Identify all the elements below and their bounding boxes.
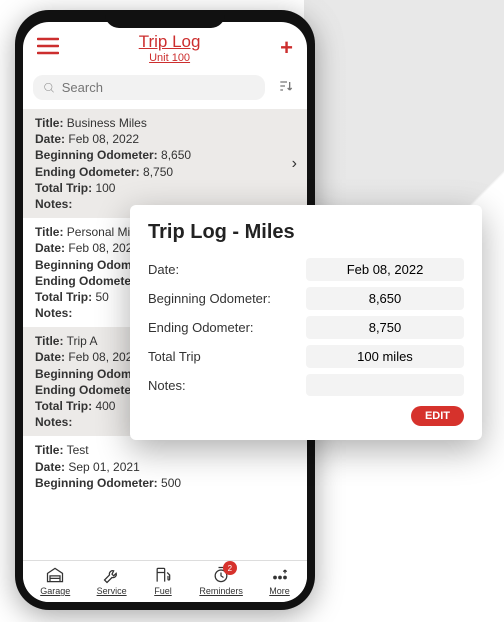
tab-fuel[interactable]: Fuel: [153, 565, 173, 596]
tab-garage[interactable]: Garage: [40, 565, 70, 596]
garage-icon: [45, 565, 65, 585]
add-button[interactable]: +: [280, 35, 293, 61]
card-row-notes: Notes:: [148, 374, 464, 396]
more-icon: [270, 565, 290, 585]
wrench-icon: [102, 565, 122, 585]
search-box[interactable]: [33, 75, 265, 100]
app-header: Trip Log Unit 100 +: [23, 22, 307, 68]
edit-button[interactable]: EDIT: [411, 406, 464, 426]
card-value-total: 100 miles: [306, 345, 464, 368]
card-value-notes: [306, 374, 464, 396]
search-row: [23, 68, 307, 109]
reminders-badge: 2: [223, 561, 237, 575]
list-item[interactable]: Title: Test Date: Sep 01, 2021 Beginning…: [23, 436, 307, 497]
card-row-end: Ending Odometer: 8,750: [148, 316, 464, 339]
tab-more[interactable]: More: [269, 565, 290, 596]
page-title[interactable]: Trip Log Unit 100: [139, 32, 201, 64]
detail-card: Trip Log - Miles Date: Feb 08, 2022 Begi…: [130, 205, 482, 440]
search-icon: [43, 81, 56, 95]
tab-bar: Garage Service Fuel 2 Reminders More: [23, 560, 307, 602]
fuel-icon: [153, 565, 173, 585]
tab-reminders[interactable]: 2 Reminders: [199, 565, 243, 596]
card-row-begin: Beginning Odometer: 8,650: [148, 287, 464, 310]
card-value-end: 8,750: [306, 316, 464, 339]
card-value-begin: 8,650: [306, 287, 464, 310]
card-row-total: Total Trip 100 miles: [148, 345, 464, 368]
title-main: Trip Log: [139, 32, 201, 52]
card-value-date: Feb 08, 2022: [306, 258, 464, 281]
menu-icon[interactable]: [37, 35, 59, 61]
title-sub: Unit 100: [139, 52, 201, 64]
chevron-right-icon: ›: [292, 155, 297, 173]
list-item[interactable]: Title: Business Miles Date: Feb 08, 2022…: [23, 109, 307, 218]
tab-service[interactable]: Service: [97, 565, 127, 596]
card-title: Trip Log - Miles: [148, 221, 464, 244]
phone-notch: [105, 10, 225, 28]
card-row-date: Date: Feb 08, 2022: [148, 258, 464, 281]
sort-icon[interactable]: [273, 74, 297, 101]
search-input[interactable]: [62, 80, 255, 95]
